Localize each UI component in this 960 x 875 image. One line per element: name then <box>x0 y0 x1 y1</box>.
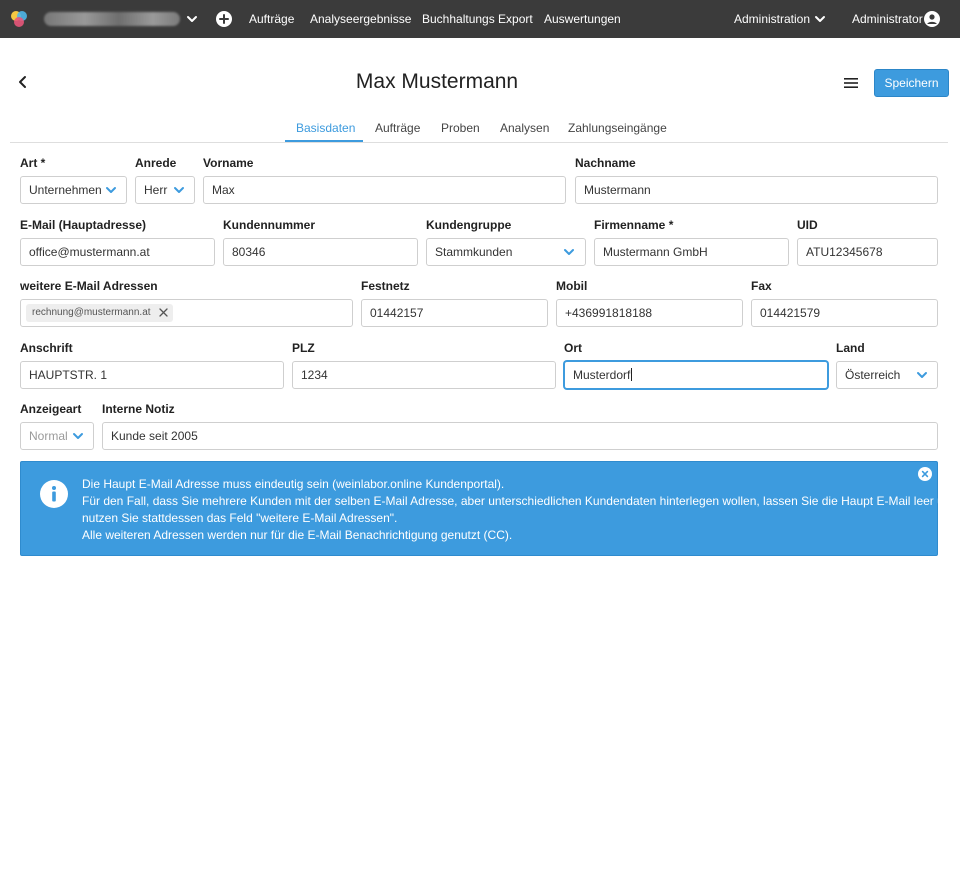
label-land: Land <box>836 341 865 355</box>
firmenname-input[interactable]: Mustermann GmbH <box>594 238 789 266</box>
chevron-down-icon <box>73 433 83 439</box>
label-fax: Fax <box>751 279 772 293</box>
ort-input[interactable]: Musterdorf <box>564 361 828 389</box>
plz-input[interactable]: 1234 <box>292 361 556 389</box>
label-plz: PLZ <box>292 341 315 355</box>
label-ort: Ort <box>564 341 582 355</box>
label-email: E-Mail (Hauptadresse) <box>20 218 147 232</box>
vorname-input[interactable]: Max <box>203 176 566 204</box>
label-firmenname: Firmenname * <box>594 218 674 232</box>
label-interne-notiz: Interne Notiz <box>102 402 175 416</box>
nav-link-auswertungen[interactable]: Auswertungen <box>544 12 621 26</box>
label-anrede: Anrede <box>135 156 177 170</box>
tab-bar: Basisdaten Aufträge Proben Analysen Zahl… <box>10 116 948 143</box>
active-tab-indicator <box>285 140 363 142</box>
chevron-down-icon[interactable] <box>813 12 827 26</box>
mobil-input[interactable]: +436991818188 <box>556 299 743 327</box>
info-alert: Die Haupt E-Mail Adresse muss eindeutig … <box>20 461 957 556</box>
land-select[interactable]: Österreich <box>836 361 938 389</box>
chevron-down-icon <box>564 249 574 255</box>
label-festnetz: Festnetz <box>361 279 410 293</box>
label-uid: UID <box>797 218 818 232</box>
ort-value: Musterdorf <box>573 368 631 382</box>
weitere-emails-input[interactable]: rechnung@mustermann.at <box>20 299 353 327</box>
organization-name-blurred[interactable] <box>44 12 180 26</box>
hamburger-icon[interactable] <box>843 76 859 90</box>
label-anschrift: Anschrift <box>20 341 73 355</box>
label-weitere-emails: weitere E-Mail Adressen <box>20 279 158 293</box>
label-art: Art * <box>20 156 46 170</box>
anzeigeart-select[interactable]: Normal <box>20 422 94 450</box>
close-icon[interactable] <box>918 467 932 481</box>
kundengruppe-select[interactable]: Stammkunden <box>426 238 586 266</box>
app-logo[interactable] <box>10 10 28 28</box>
label-kundengruppe: Kundengruppe <box>426 218 512 232</box>
art-value: Unternehmen <box>29 183 102 197</box>
label-mobil: Mobil <box>556 279 588 293</box>
chevron-down-icon <box>174 187 184 193</box>
nachname-input[interactable]: Mustermann <box>575 176 938 204</box>
label-nachname: Nachname <box>575 156 636 170</box>
kundengruppe-value: Stammkunden <box>435 245 513 259</box>
label-anzeigeart: Anzeigeart <box>20 402 82 416</box>
chevron-down-icon <box>917 372 927 378</box>
chevron-down-icon[interactable] <box>185 12 199 26</box>
alert-text-line: Die Haupt E-Mail Adresse muss eindeutig … <box>82 477 505 491</box>
alert-text-line: Für den Fall, dass Sie mehrere Kunden mi… <box>82 494 958 508</box>
email-chip: rechnung@mustermann.at <box>26 304 173 322</box>
email-input[interactable]: office@mustermann.at <box>20 238 215 266</box>
alert-text-line: Alle weiteren Adressen werden nur für di… <box>82 528 513 542</box>
anrede-value: Herr <box>144 183 168 197</box>
tab-basisdaten[interactable]: Basisdaten <box>296 121 355 135</box>
uid-input[interactable]: ATU12345678 <box>797 238 938 266</box>
land-value: Österreich <box>845 368 901 382</box>
anschrift-input[interactable]: HAUPTSTR. 1 <box>20 361 284 389</box>
anzeigeart-value: Normal <box>29 429 68 443</box>
alert-text-line: nutzen Sie stattdessen das Feld "weitere… <box>82 511 398 525</box>
kundennummer-input[interactable]: 80346 <box>223 238 418 266</box>
close-icon[interactable] <box>158 308 168 317</box>
tab-proben[interactable]: Proben <box>441 121 480 135</box>
anrede-select[interactable]: Herr <box>135 176 195 204</box>
text-cursor <box>631 368 633 381</box>
info-circle-icon <box>40 480 68 508</box>
nav-link-auftraege[interactable]: Aufträge <box>249 12 294 26</box>
email-chip-label: rechnung@mustermann.at <box>32 307 151 318</box>
nav-link-analyseergebnisse[interactable]: Analyseergebnisse <box>310 12 411 26</box>
plus-circle-icon[interactable] <box>216 11 232 27</box>
tab-analysen[interactable]: Analysen <box>500 121 549 135</box>
nav-link-buchhaltungs-export[interactable]: Buchhaltungs Export <box>422 12 533 26</box>
top-navbar: Aufträge Analyseergebnisse Buchhaltungs … <box>0 0 960 38</box>
label-vorname: Vorname <box>203 156 254 170</box>
user-menu[interactable]: Administrator <box>852 12 923 26</box>
label-kundennummer: Kundennummer <box>223 218 316 232</box>
page-title: Max Mustermann <box>355 70 519 93</box>
administration-menu[interactable]: Administration <box>734 12 810 26</box>
art-select[interactable]: Unternehmen <box>20 176 127 204</box>
interne-notiz-input[interactable]: Kunde seit 2005 <box>102 422 938 450</box>
tab-auftraege[interactable]: Aufträge <box>375 121 420 135</box>
chevron-down-icon <box>106 187 116 193</box>
festnetz-input[interactable]: 01442157 <box>361 299 548 327</box>
user-circle-icon[interactable] <box>924 11 940 27</box>
save-button[interactable]: Speichern <box>874 69 949 97</box>
fax-input[interactable]: 014421579 <box>751 299 938 327</box>
tab-zahlungseingaenge[interactable]: Zahlungseingänge <box>568 121 667 135</box>
